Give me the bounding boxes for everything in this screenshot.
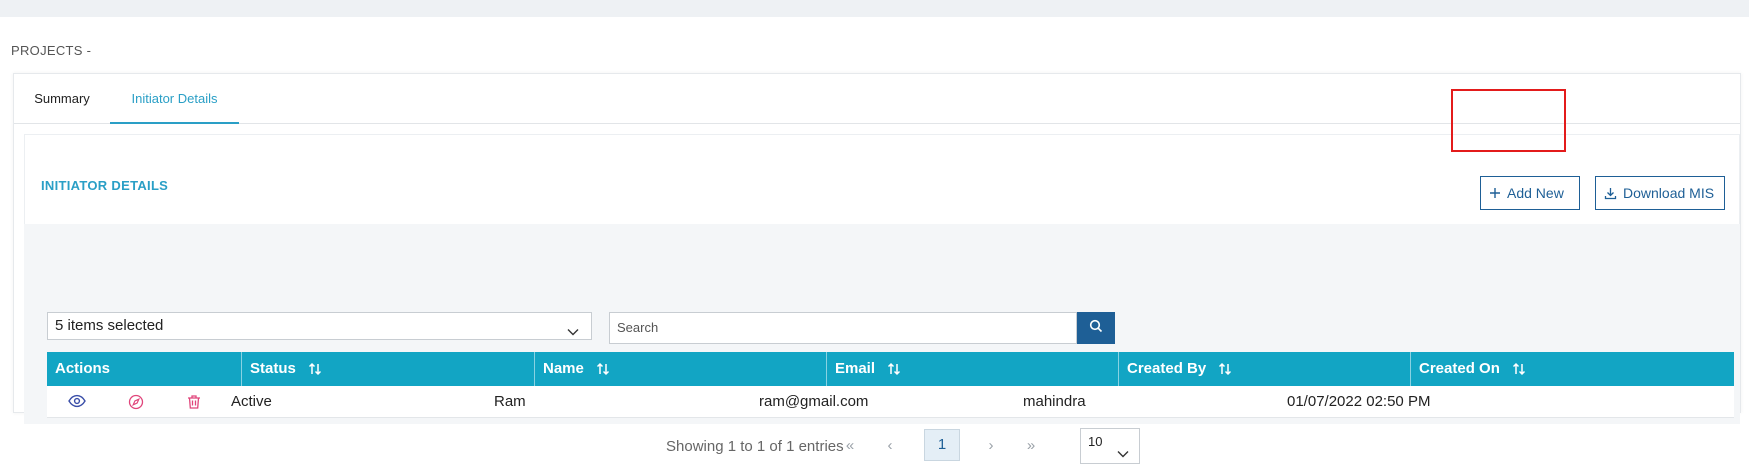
compass-icon[interactable]: [128, 394, 144, 414]
sort-icon: [1512, 362, 1526, 376]
columns-select[interactable]: 5 items selected: [47, 312, 592, 340]
cell-name: Ram: [494, 393, 526, 410]
cell-created-on: 01/07/2022 02:50 PM: [1287, 393, 1431, 410]
download-mis-button[interactable]: Download MIS: [1595, 176, 1725, 210]
page-title: PROJECTS -: [11, 43, 92, 58]
chevron-down-icon: [1117, 441, 1129, 467]
tab-initiator-details[interactable]: Initiator Details: [110, 74, 239, 124]
download-icon: [1604, 187, 1617, 200]
header-email[interactable]: Email: [827, 352, 1119, 386]
plus-icon: [1489, 187, 1501, 199]
sort-icon: [596, 362, 610, 376]
initiator-panel: INITIATOR DETAILS Add New Download MIS 5…: [24, 134, 1740, 464]
add-new-label: Add New: [1507, 185, 1564, 201]
table-row: Active Ram ram@gmail.com mahindra 01/07/…: [47, 386, 1734, 418]
sort-icon: [1218, 362, 1232, 376]
sort-icon: [887, 362, 901, 376]
next-page-button[interactable]: ›: [980, 435, 1002, 457]
header-name[interactable]: Name: [535, 352, 827, 386]
header-created-on[interactable]: Created On: [1411, 352, 1734, 386]
trash-icon[interactable]: [186, 394, 202, 414]
cell-email: ram@gmail.com: [759, 393, 869, 410]
search-placeholder: Search: [617, 320, 659, 335]
header-status[interactable]: Status: [242, 352, 535, 386]
search-icon: [1089, 319, 1103, 338]
page-size-value: 10: [1088, 434, 1103, 449]
page-size-select[interactable]: 10: [1080, 428, 1140, 464]
first-page-button[interactable]: «: [839, 435, 861, 457]
cell-created-by: mahindra: [1023, 393, 1086, 410]
table-header: Actions Status Name Email Created By Cre…: [47, 352, 1734, 386]
pagination: Showing 1 to 1 of 1 entries « ‹ 1 › » 10: [24, 426, 1740, 466]
download-mis-label: Download MIS: [1623, 185, 1715, 201]
tab-summary[interactable]: Summary: [14, 74, 110, 124]
header-created-by[interactable]: Created By: [1119, 352, 1411, 386]
page-1-button[interactable]: 1: [924, 429, 960, 461]
pagination-info: Showing 1 to 1 of 1 entries: [666, 438, 844, 455]
search-button[interactable]: [1077, 312, 1115, 344]
columns-select-value: 5 items selected: [55, 317, 164, 334]
cell-status: Active: [231, 393, 272, 410]
add-new-button[interactable]: Add New: [1480, 176, 1580, 210]
sort-icon: [308, 362, 322, 376]
section-title: INITIATOR DETAILS: [41, 178, 169, 193]
eye-icon[interactable]: [68, 394, 86, 412]
header-actions: Actions: [47, 352, 242, 386]
chevron-down-icon: [567, 319, 579, 345]
top-bar: [0, 0, 1749, 17]
add-new-highlight: [1451, 89, 1566, 152]
last-page-button[interactable]: »: [1020, 435, 1042, 457]
prev-page-button[interactable]: ‹: [879, 435, 901, 457]
search-input[interactable]: Search: [609, 312, 1077, 344]
